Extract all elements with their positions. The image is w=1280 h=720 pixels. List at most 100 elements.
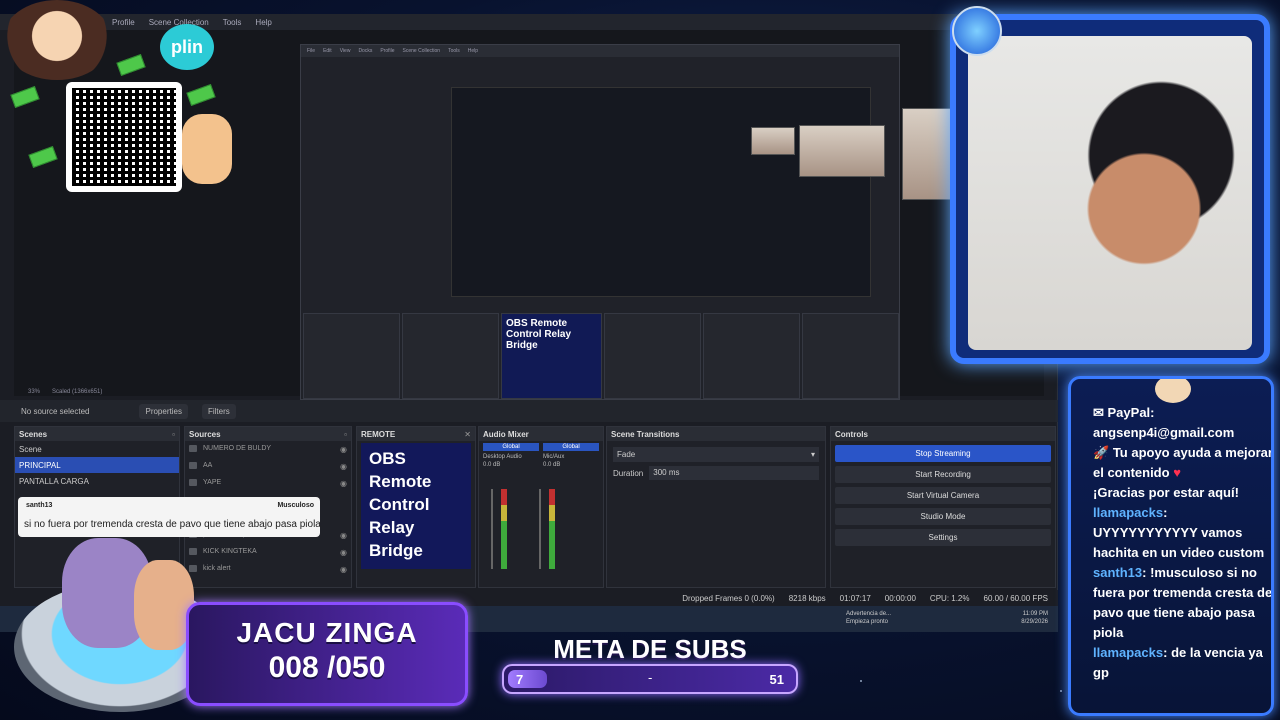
counter-name: JACU ZINGA [236,617,418,648]
source-label: kick alert [203,565,231,572]
controls-title: Controls [835,430,868,439]
start-recording-button[interactable]: Start Recording [835,466,1051,483]
sources-title: Sources [189,430,221,439]
eye-icon[interactable]: ◉ [340,462,347,471]
hamster-icon [1155,379,1191,403]
stop-streaming-button[interactable]: Stop Streaming [835,445,1051,462]
source-item[interactable]: KICK KINGTEKA ◉ [185,544,351,561]
duration-input[interactable]: 300 ms [649,466,819,480]
chat-text: Tu apoyo ayuda a mejorar el contenido [1093,445,1273,480]
scale-label[interactable]: Scaled (1366x651) [52,389,102,395]
menu-profile[interactable]: Profile [112,18,135,27]
properties-button[interactable]: Properties [139,403,188,419]
sub-goal-current: 7 [516,672,524,687]
plin-logo: plin [160,24,214,70]
source-item[interactable]: kick alert ◉ [185,561,351,578]
qr-pattern [72,88,176,186]
relay-line: Control [369,495,430,514]
filters-button[interactable]: Filters [201,403,236,419]
chat-line: santh13: !musculoso si no fuera por trem… [1093,565,1273,640]
chat-username: llamapacks [1093,645,1164,660]
chat-text: PayPal: [1107,405,1155,420]
menu-tools[interactable]: Tools [223,18,242,27]
source-label: KICK KINGTEKA [203,548,257,555]
nested-cam-thumb [799,125,885,177]
transition-select[interactable]: Fade ▾ [613,447,819,462]
volume-fader[interactable] [491,489,493,569]
bitrate: 8218 kbps [788,593,826,603]
source-type-icon [189,479,197,486]
relay-bridge-panel[interactable]: OBS Remote Control Relay Bridge [361,443,471,569]
nested-cam-thumb [751,127,795,155]
close-icon[interactable]: ✕ [464,430,471,439]
cpu-usage: CPU: 1.2% [929,593,970,603]
volume-fader[interactable] [539,489,541,569]
menu-help[interactable]: Help [255,18,271,27]
relay-line: Remote [369,472,432,491]
zoom-level[interactable]: 33% [28,389,40,395]
scenes-title: Scenes [19,430,48,439]
audio-mixer-dock: Audio Mixer Global Global Desktop Audio Mi… [478,426,604,588]
no-source-label: No source selected [21,406,90,416]
source-toolbar: No source selected Properties Filters [0,400,1058,422]
eye-icon[interactable]: ◉ [340,548,347,557]
remote-title: REMOTE [361,430,396,439]
transitions-title: Scene Transitions [611,430,680,439]
volume-meter [501,489,507,569]
mixer-tab[interactable]: Global [483,443,539,451]
counter-value: 008 /050 [268,651,386,684]
source-type-icon [189,445,197,452]
nested-menu-edit: Edit [323,48,332,54]
live-time: 01:07:17 [839,593,871,603]
channel-db: 0.0 dB [483,462,501,468]
channel-desktop-audio[interactable]: Desktop Audio [483,454,539,460]
studio-mode-button[interactable]: Studio Mode [835,508,1051,525]
nested-menu-help: Help [467,48,479,54]
scene-item-active[interactable]: PRINCIPAL [15,457,179,473]
stream-scene: Profile Scene Collection Tools Help File… [0,0,1280,720]
nested-menu-profile: Profile [380,48,395,54]
dock-float-icon[interactable]: ▫ [172,430,175,439]
rec-time: 00:00:00 [884,593,916,603]
sub-goal-title: META DE SUBS [553,634,747,664]
mail-icon: ✉ [1093,405,1108,420]
eye-icon[interactable]: ◉ [340,565,347,574]
dock-float-icon[interactable]: ▫ [344,430,347,439]
nested-menu-view: View [339,48,351,54]
mixer-tab[interactable]: Global [543,443,599,451]
chat-line: 🚀 Tu apoyo ayuda a mejorar el contenido … [1093,443,1273,483]
popup-message: si no fuera por tremenda cresta de pavo … [24,519,321,530]
source-label: AA [203,462,213,469]
controls-dock: Controls Stop Streaming Start Recording … [830,426,1056,588]
scene-item[interactable]: Scene [15,441,179,457]
warning-title: Advertencia de... [846,611,892,617]
duration-label: Duration [613,468,644,478]
clock-time: 11:09 PM [1022,611,1048,617]
source-item[interactable]: AA ◉ [185,458,351,475]
source-item[interactable]: YAPE ◉ [185,475,351,492]
eye-icon[interactable]: ◉ [340,479,347,488]
source-type-icon [189,565,197,572]
warning-notification[interactable]: Advertencia de... Empieza pronto [846,610,891,626]
chat-box: ✉ PayPal: angsenp4i@gmail.com 🚀 Tu apoyo… [1068,376,1274,716]
channel-mic-aux[interactable]: Mic/Aux [543,454,599,460]
heart-icon: ♥ [1173,465,1181,480]
eye-icon[interactable]: ◉ [340,445,347,454]
source-item[interactable]: NUMERO DE BULDY ◉ [185,441,351,458]
start-virtual-camera-button[interactable]: Start Virtual Camera [835,487,1051,504]
fps: 60.00 / 60.00 FPS [983,593,1049,603]
sub-goal-bar: 7 - 51 [502,664,798,694]
source-label: NUMERO DE BULDY [203,445,272,452]
rocket-icon: 🚀 [1093,445,1113,460]
relay-line: Relay [369,518,415,537]
sub-goal-target: 51 [769,672,784,687]
potion-icon [952,6,1002,56]
chat-username: santh13 [1093,565,1143,580]
settings-button[interactable]: Settings [835,529,1051,546]
scene-item[interactable]: PANTALLA CARGA [15,473,179,489]
warning-subtitle: Empieza pronto [846,619,889,625]
eye-icon[interactable]: ◉ [340,531,347,540]
relay-line: Bridge [369,541,423,560]
transition-value: Fade [617,450,636,459]
system-clock[interactable]: 11:09 PM 8/29/2026 [1021,610,1048,626]
